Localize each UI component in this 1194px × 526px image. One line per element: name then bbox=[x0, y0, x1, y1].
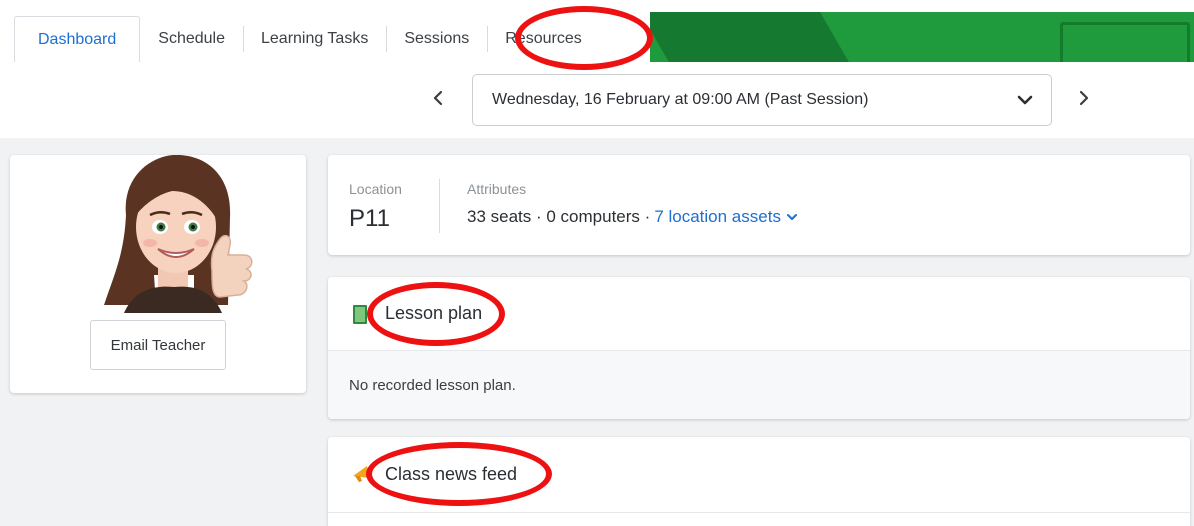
lesson-plan-card: Lesson plan No recorded lesson plan. bbox=[328, 277, 1190, 419]
tab-sessions[interactable]: Sessions bbox=[386, 16, 487, 62]
chevron-right-icon[interactable] bbox=[1074, 86, 1094, 110]
lesson-plan-empty-text: No recorded lesson plan. bbox=[349, 377, 516, 394]
location-divider bbox=[439, 179, 440, 233]
attributes-value: 33 seats · 0 computers · 7 location asse… bbox=[467, 207, 798, 227]
location-value: P11 bbox=[349, 205, 390, 232]
news-feed-header[interactable]: Class news feed bbox=[328, 437, 1190, 513]
session-dropdown-value: Wednesday, 16 February at 09:00 AM (Past… bbox=[492, 91, 869, 108]
lesson-plan-icon bbox=[353, 305, 367, 324]
location-assets-label: 7 location assets bbox=[654, 207, 781, 226]
tab-bar: Dashboard Schedule Learning Tasks Sessio… bbox=[14, 16, 600, 62]
lesson-plan-header[interactable]: Lesson plan bbox=[328, 277, 1190, 351]
teacher-card: Email Teacher bbox=[10, 155, 306, 393]
attributes-text: 33 seats · 0 computers · bbox=[467, 207, 651, 226]
news-feed-card: Class news feed bbox=[328, 437, 1190, 526]
chevron-down-icon bbox=[1017, 95, 1033, 105]
megaphone-icon bbox=[353, 466, 369, 482]
header-banner bbox=[650, 12, 1194, 62]
banner-decoration bbox=[1060, 22, 1190, 62]
email-teacher-button[interactable]: Email Teacher bbox=[90, 320, 226, 370]
tab-learning-tasks[interactable]: Learning Tasks bbox=[243, 16, 386, 62]
news-feed-title: Class news feed bbox=[385, 464, 518, 484]
tab-resources[interactable]: Resources bbox=[487, 16, 599, 62]
session-selector-row: Wednesday, 16 February at 09:00 AM (Past… bbox=[0, 62, 1194, 138]
location-assets-link[interactable]: 7 location assets bbox=[654, 207, 798, 227]
chevron-left-icon[interactable] bbox=[428, 86, 448, 110]
attributes-label: Attributes bbox=[467, 181, 527, 197]
location-card: Location P11 Attributes 33 seats · 0 com… bbox=[328, 155, 1190, 255]
top-navigation: Dashboard Schedule Learning Tasks Sessio… bbox=[0, 0, 1194, 62]
lesson-plan-body: No recorded lesson plan. bbox=[328, 351, 1190, 419]
chevron-down-icon bbox=[786, 214, 797, 220]
location-label: Location bbox=[349, 181, 402, 197]
lesson-plan-title: Lesson plan bbox=[385, 303, 483, 323]
session-dropdown[interactable]: Wednesday, 16 February at 09:00 AM (Past… bbox=[472, 74, 1052, 126]
tab-dashboard[interactable]: Dashboard bbox=[14, 16, 141, 62]
tab-schedule[interactable]: Schedule bbox=[140, 16, 243, 62]
banner-stripe bbox=[650, 12, 849, 62]
teacher-avatar bbox=[104, 155, 253, 313]
